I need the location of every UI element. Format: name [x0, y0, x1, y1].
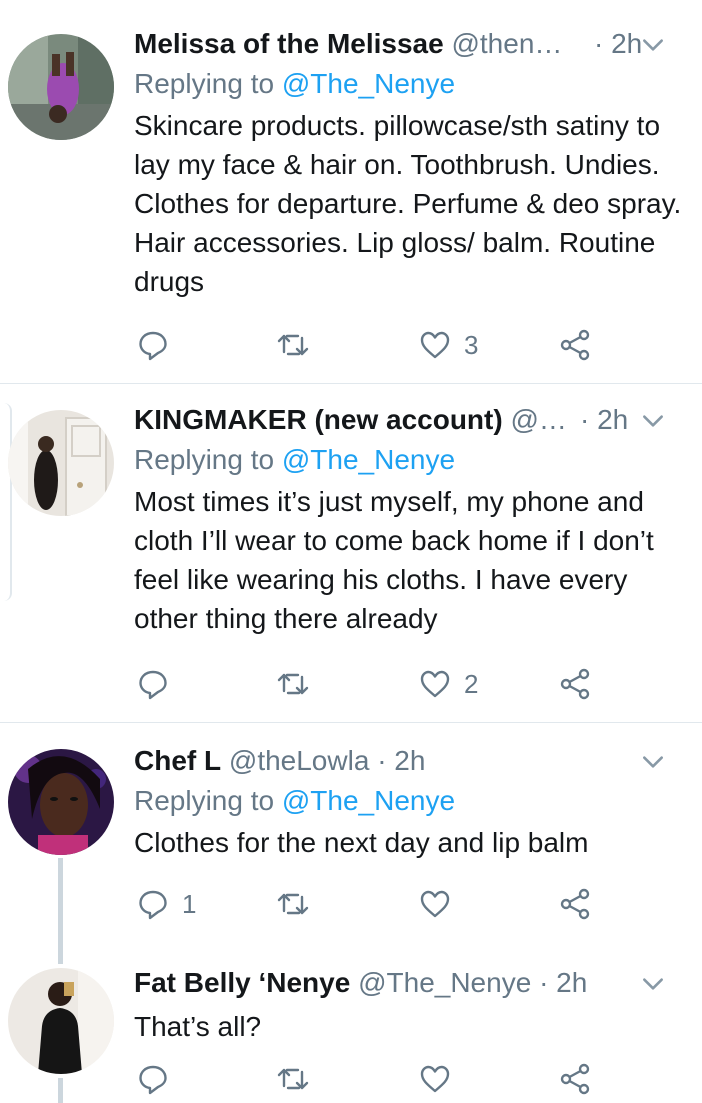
tweet-3[interactable]: Chef L @theLowla · 2h Replying to @The_N… [0, 723, 702, 953]
like-count: 3 [464, 329, 479, 360]
share-icon [560, 668, 590, 700]
tweet-actions: 1 [134, 884, 614, 924]
like-count: 2 [464, 668, 479, 699]
tweet-actions: 3 [134, 325, 614, 365]
display-name[interactable]: Fat Belly ‘Nenye [134, 967, 350, 998]
replying-prefix: Replying to [134, 68, 275, 99]
like-icon [420, 1065, 450, 1093]
mention-link[interactable]: @The_Nenye [282, 785, 455, 816]
like-icon [420, 670, 450, 698]
share-button[interactable] [558, 884, 592, 924]
share-icon [560, 1063, 590, 1095]
retweet-button[interactable] [276, 325, 322, 365]
tweet-header: Melissa of the Melissae @then… · 2h [134, 28, 684, 62]
like-icon [420, 331, 450, 359]
mention-link[interactable]: @The_Nenye [282, 444, 455, 475]
like-button[interactable]: 2 [418, 664, 478, 704]
retweet-button[interactable] [276, 884, 322, 924]
timestamp[interactable]: · 2h [580, 404, 628, 436]
avatar[interactable] [8, 749, 114, 855]
replying-to: Replying to @The_Nenye [134, 68, 684, 100]
reply-count: 1 [182, 888, 197, 919]
chevron-down-icon[interactable] [640, 971, 666, 997]
replying-to: Replying to @The_Nenye [134, 444, 684, 476]
reply-icon [139, 1065, 167, 1095]
user-handle[interactable]: @… [510, 404, 566, 435]
like-button[interactable] [418, 884, 464, 924]
tweet-text: That’s all? [134, 1011, 262, 1042]
share-button[interactable] [558, 1059, 592, 1099]
tweet-text: Skincare products. pillowcase/sth satiny… [134, 110, 682, 297]
avatar[interactable] [8, 968, 114, 1074]
tweet-actions: 2 [134, 664, 614, 704]
like-icon [420, 890, 450, 918]
display-name[interactable]: Melissa of the Melissae [134, 28, 444, 59]
retweet-button[interactable] [276, 664, 322, 704]
mention-link[interactable]: @The_Nenye [282, 68, 455, 99]
display-name[interactable]: Chef L [134, 745, 221, 776]
replying-prefix: Replying to [134, 785, 275, 816]
timestamp[interactable]: · 2h [594, 28, 642, 60]
reply-icon [139, 331, 167, 361]
reply-icon [139, 890, 167, 920]
reply-button[interactable] [136, 325, 182, 365]
reply-button[interactable] [136, 664, 182, 704]
user-handle[interactable]: @theLowla [229, 745, 370, 776]
user-handle[interactable]: @The_Nenye [358, 967, 531, 998]
reply-button[interactable] [136, 1059, 182, 1099]
tweet-header: Fat Belly ‘Nenye @The_Nenye · 2h [134, 967, 684, 1001]
share-icon [560, 329, 590, 361]
retweet-icon [277, 1068, 309, 1090]
tweet-header: KINGMAKER (new account) @… · 2h [134, 404, 684, 438]
avatar[interactable] [8, 410, 114, 516]
tweet-header: Chef L @theLowla · 2h [134, 745, 684, 779]
tweet-4[interactable]: Fat Belly ‘Nenye @The_Nenye · 2h That’s … [0, 953, 702, 1103]
retweet-icon [277, 673, 309, 695]
display-name[interactable]: KINGMAKER (new account) [134, 404, 503, 435]
tweet-actions [134, 1059, 614, 1099]
reply-button[interactable]: 1 [136, 884, 196, 924]
timestamp[interactable]: · 2h [539, 967, 587, 998]
share-button[interactable] [558, 664, 592, 704]
share-button[interactable] [558, 325, 592, 365]
replying-to: Replying to @The_Nenye [134, 785, 684, 817]
retweet-icon [277, 893, 309, 915]
like-button[interactable]: 3 [418, 325, 478, 365]
tweet-1[interactable]: Melissa of the Melissae @then… · 2h Repl… [0, 0, 702, 383]
avatar[interactable] [8, 34, 114, 140]
retweet-button[interactable] [276, 1059, 322, 1099]
tweet-text: Clothes for the next day and lip balm [134, 827, 589, 858]
chevron-down-icon[interactable] [640, 408, 666, 434]
timestamp[interactable]: · 2h [377, 745, 425, 776]
tweet-text: Most times it’s just myself, my phone an… [134, 486, 654, 634]
user-handle[interactable]: @then… [451, 28, 562, 59]
replying-prefix: Replying to [134, 444, 275, 475]
reply-icon [139, 670, 167, 700]
share-icon [560, 888, 590, 920]
chevron-down-icon[interactable] [640, 32, 666, 58]
tweet-2[interactable]: KINGMAKER (new account) @… · 2h Replying… [0, 384, 702, 722]
chevron-down-icon[interactable] [640, 749, 666, 775]
like-button[interactable] [418, 1059, 464, 1099]
retweet-icon [277, 334, 309, 356]
